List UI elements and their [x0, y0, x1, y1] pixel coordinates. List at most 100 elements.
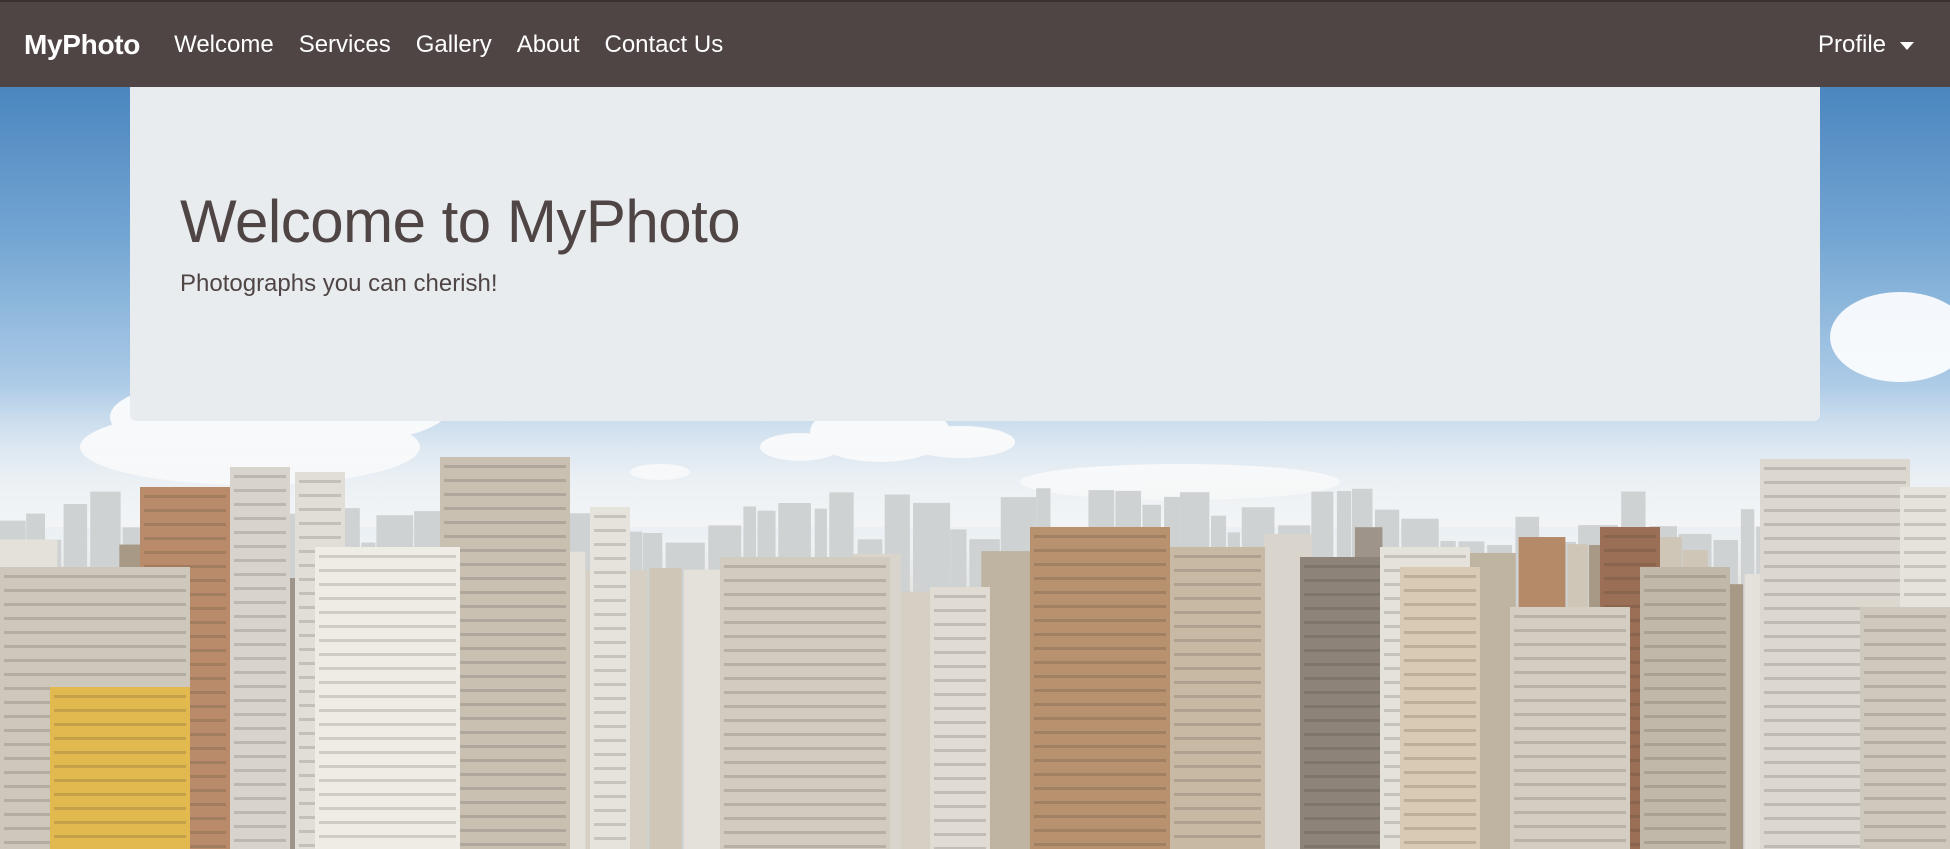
- building-window-row: [444, 507, 566, 510]
- building-window-row: [1034, 591, 1166, 594]
- building-window-row: [1404, 743, 1476, 746]
- building-window-row: [54, 709, 186, 712]
- building-window-row: [234, 643, 286, 646]
- building-window-row: [1644, 617, 1726, 620]
- building-window-row: [594, 809, 626, 812]
- building-window-row: [1174, 639, 1261, 642]
- building-window-row: [934, 595, 986, 598]
- building-window-row: [444, 801, 566, 804]
- building-window-row: [144, 523, 226, 526]
- building-window-row: [1904, 593, 1946, 596]
- building-window-row: [1404, 729, 1476, 732]
- building-window-row: [319, 681, 456, 684]
- building-window-row: [234, 475, 286, 478]
- building-window-row: [299, 536, 341, 539]
- building-window-row: [444, 493, 566, 496]
- building-window-row: [1034, 605, 1166, 608]
- building-window-row: [1174, 793, 1261, 796]
- building-window-row: [1034, 703, 1166, 706]
- nav-link-about[interactable]: About: [517, 31, 580, 59]
- building-window-row: [724, 803, 886, 806]
- building-window-row: [444, 633, 566, 636]
- building-window-row: [234, 811, 286, 814]
- nav-link-services[interactable]: Services: [299, 31, 391, 59]
- building-window-row: [724, 817, 886, 820]
- building-window-row: [234, 755, 286, 758]
- building-window-row: [319, 583, 456, 586]
- building-window-row: [724, 593, 886, 596]
- building-window-row: [1604, 563, 1656, 566]
- building-window-row: [1644, 701, 1726, 704]
- building-window-row: [594, 823, 626, 826]
- building-window-row: [299, 480, 341, 483]
- building-window-row: [1514, 797, 1626, 800]
- building-window-row: [319, 765, 456, 768]
- building-window-row: [934, 665, 986, 668]
- building-window-row: [724, 621, 886, 624]
- building-window-row: [444, 689, 566, 692]
- nav-link-welcome[interactable]: Welcome: [174, 31, 274, 59]
- building-window-row: [1034, 647, 1166, 650]
- building-window-row: [724, 705, 886, 708]
- building-window-row: [234, 489, 286, 492]
- building-window-row: [444, 549, 566, 552]
- building-window-row: [594, 837, 626, 840]
- building-window-row: [594, 753, 626, 756]
- building-window-row: [1404, 813, 1476, 816]
- building-window-row: [319, 695, 456, 698]
- building-window-row: [594, 697, 626, 700]
- building-window-row: [1174, 667, 1261, 670]
- building-window-row: [1764, 467, 1906, 470]
- building-window-row: [234, 727, 286, 730]
- building-window-row: [1404, 659, 1476, 662]
- building-window-row: [724, 691, 886, 694]
- nav-link-contact-us[interactable]: Contact Us: [604, 31, 723, 59]
- building-window-row: [1604, 549, 1656, 552]
- building-window-row: [1644, 827, 1726, 830]
- building-window-row: [724, 677, 886, 680]
- building-window-row: [319, 793, 456, 796]
- building-window-row: [1864, 839, 1946, 842]
- building-window-row: [54, 695, 186, 698]
- building-window-row: [444, 773, 566, 776]
- building-window-row: [234, 713, 286, 716]
- building-window-row: [4, 673, 186, 676]
- building-window-row: [1404, 589, 1476, 592]
- building-window-row: [1764, 481, 1906, 484]
- building-window-row: [1404, 687, 1476, 690]
- building-window-row: [594, 585, 626, 588]
- building-window-row: [319, 625, 456, 628]
- building-window-row: [319, 821, 456, 824]
- building-window-row: [234, 685, 286, 688]
- building-window-row: [1404, 631, 1476, 634]
- building-window-row: [444, 745, 566, 748]
- building-window-row: [934, 749, 986, 752]
- building-window-row: [1404, 701, 1476, 704]
- building-window-row: [319, 611, 456, 614]
- building-window-row: [4, 589, 186, 592]
- building-window-row: [319, 597, 456, 600]
- building-window-row: [319, 569, 456, 572]
- building-window-row: [1034, 563, 1166, 566]
- building-window-row: [444, 479, 566, 482]
- nav-link-gallery[interactable]: Gallery: [416, 31, 492, 59]
- building-window-row: [594, 655, 626, 658]
- building-window-row: [1404, 757, 1476, 760]
- building-window-row: [934, 721, 986, 724]
- building-window-row: [934, 707, 986, 710]
- welcome-jumbotron: Welcome to MyPhoto Photographs you can c…: [130, 87, 1820, 421]
- building-window-row: [1864, 657, 1946, 660]
- building-window-row: [444, 647, 566, 650]
- building-window-row: [1904, 495, 1946, 498]
- building-window-row: [1034, 787, 1166, 790]
- building-window-row: [1174, 569, 1261, 572]
- profile-dropdown[interactable]: Profile: [1818, 31, 1914, 59]
- building-window-row: [319, 751, 456, 754]
- building-window-row: [1174, 611, 1261, 614]
- building-window-row: [444, 535, 566, 538]
- page-title: Welcome to MyPhoto: [180, 188, 741, 255]
- building-window-row: [1034, 535, 1166, 538]
- building-window-row: [1174, 835, 1261, 838]
- brand-logo[interactable]: MyPhoto: [24, 29, 140, 61]
- building-window-row: [54, 807, 186, 810]
